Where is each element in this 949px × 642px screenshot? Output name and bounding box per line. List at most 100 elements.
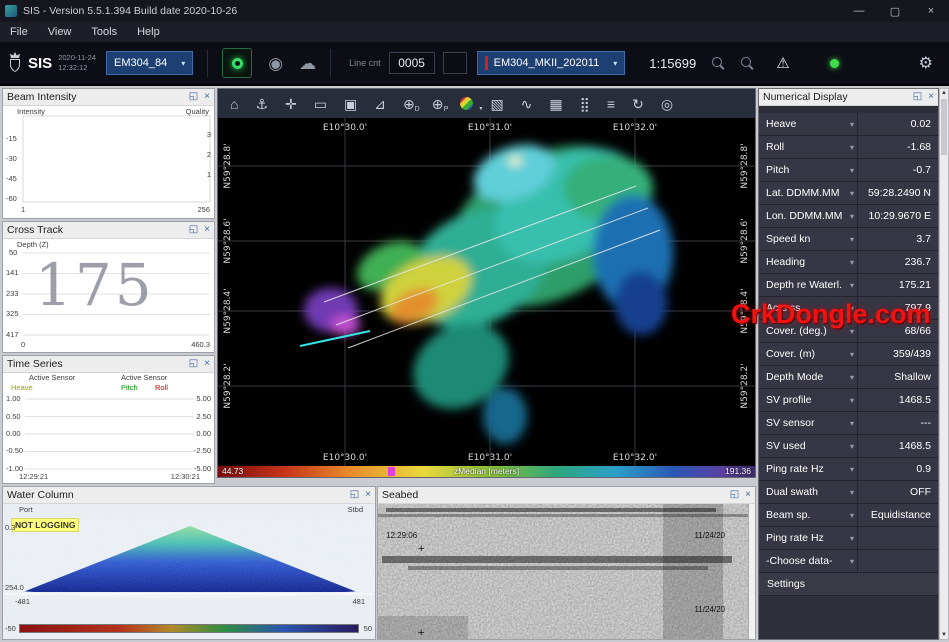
zoom-out-icon[interactable] <box>741 57 754 70</box>
menu-view[interactable]: View <box>38 26 82 38</box>
numeric-value: 10:29.9670 E <box>858 205 938 227</box>
vertical-scrollbar[interactable]: ▲ ▼ <box>939 88 949 640</box>
close-icon[interactable]: × <box>928 92 934 102</box>
detach-icon[interactable]: ◱ <box>730 490 739 500</box>
menu-help[interactable]: Help <box>127 26 170 38</box>
numeric-field-selector[interactable]: Heading▾ <box>759 251 858 273</box>
pan-icon[interactable]: ✛ <box>285 97 297 111</box>
anchor-d-icon[interactable]: ⊕D <box>403 97 415 111</box>
screenshot-icon[interactable]: ▣ <box>344 97 357 111</box>
color-setup-icon[interactable] <box>460 97 473 110</box>
detach-icon[interactable]: ◱ <box>189 225 198 235</box>
close-icon[interactable]: × <box>204 359 210 369</box>
seabed-scroll-strip[interactable] <box>748 504 755 639</box>
numeric-field-selector[interactable]: SV sensor▾ <box>759 412 858 434</box>
numeric-value: 236.7 <box>858 251 938 273</box>
scroll-down-icon[interactable]: ▼ <box>940 632 948 638</box>
settings-gear-icon[interactable]: ⚙ <box>919 53 933 73</box>
tick-label: -481 <box>15 598 30 606</box>
minimize-button[interactable]: — <box>841 0 877 22</box>
center-on-vessel-icon[interactable]: ⌂ <box>230 97 238 111</box>
close-icon[interactable]: × <box>365 490 371 500</box>
close-icon[interactable]: × <box>204 92 210 102</box>
record-icon[interactable]: ◉ <box>268 55 283 72</box>
close-icon[interactable]: × <box>204 225 210 235</box>
maximize-button[interactable]: ▢ <box>877 0 913 22</box>
contours-icon[interactable]: ≡ <box>607 97 615 111</box>
detach-icon[interactable]: ◱ <box>913 92 922 102</box>
numeric-field-selector[interactable]: Lon. DDMM.MM▾ <box>759 205 858 227</box>
crack-watermark: CrkDongle.com <box>731 299 931 330</box>
map-view[interactable]: E10°30.0' E10°31.0' E10°32.0' E10°30.0' … <box>218 118 755 466</box>
numeric-field-selector[interactable]: Ping rate Hz▾ <box>759 458 858 480</box>
numeric-row: Depth Mode▾Shallow <box>759 366 938 389</box>
menu-file[interactable]: File <box>0 26 38 38</box>
alert-triangle-icon[interactable]: ⚠ <box>776 54 789 72</box>
date-label: 11/24/20 <box>694 606 725 614</box>
sounder-select[interactable]: EM304_84▾ <box>106 51 193 75</box>
numeric-field-selector[interactable]: Beam sp.▾ <box>759 504 858 526</box>
toolbar-separator <box>207 49 208 77</box>
chevron-down-icon: ▾ <box>850 258 854 267</box>
rotate-3d-icon[interactable]: ▧ <box>490 97 503 111</box>
menu-bar: FileViewToolsHelp <box>0 22 949 42</box>
panel-header: Cross Track ◱ × <box>3 222 214 239</box>
detach-icon[interactable]: ◱ <box>189 92 198 102</box>
zoom-area-icon[interactable]: ▭ <box>314 97 327 111</box>
anchor-p-icon[interactable]: ⊕P <box>432 97 444 111</box>
grid-cells-icon[interactable]: ▦ <box>549 97 562 111</box>
numeric-field-selector[interactable]: SV used▾ <box>759 435 858 457</box>
numeric-field-selector[interactable]: Ping rate Hz▾ <box>759 527 858 549</box>
chevron-down-icon: ▾ <box>850 350 854 359</box>
numeric-value <box>858 550 938 572</box>
ping-active-icon <box>232 58 243 69</box>
vessel-icon[interactable]: ⚓ <box>255 97 268 111</box>
pinging-button[interactable] <box>222 48 252 78</box>
numeric-field-selector[interactable]: SV profile▾ <box>759 389 858 411</box>
tick-label: 3 <box>207 131 211 139</box>
survey-select[interactable]: EM304_MKII_202011▾ <box>477 51 626 75</box>
tick-label: 141 <box>6 269 19 277</box>
menu-tools[interactable]: Tools <box>81 26 127 38</box>
numeric-field-selector[interactable]: -Choose data-▾ <box>759 550 858 572</box>
numeric-field-selector[interactable]: Speed kn▾ <box>759 228 858 250</box>
numeric-field-selector[interactable]: Dual swath▾ <box>759 481 858 503</box>
numeric-field-selector[interactable]: Heave▾ <box>759 113 858 135</box>
numeric-field-selector[interactable]: Lat. DDMM.MM▾ <box>759 182 858 204</box>
axis-label: Intensity <box>17 108 45 116</box>
settings-button[interactable]: Settings <box>759 573 938 596</box>
refresh-icon[interactable]: ↻ <box>632 97 644 111</box>
numeric-row: Depth re Waterl.▾175.21 <box>759 274 938 297</box>
numeric-field-selector[interactable]: Roll▾ <box>759 136 858 158</box>
tick-label: 256 <box>197 206 210 214</box>
date-label: 11/24/20 <box>694 532 725 540</box>
numeric-field-selector[interactable]: Pitch▾ <box>759 159 858 181</box>
numeric-field-selector[interactable]: Cover. (m)▾ <box>759 343 858 365</box>
numeric-field-selector[interactable]: Depth re Waterl.▾ <box>759 274 858 296</box>
toolbar-datetime: 2020-11-24 12:32:12 <box>58 53 96 73</box>
numeric-field-selector[interactable]: Depth Mode▾ <box>759 366 858 388</box>
geographical-view-panel: ⌂ ⚓ ✛ ▭ ▣ ⊿ ⊕D ⊕P ▧ ∿ ▦ ⣿ ≡ ↻ ◎ <box>217 88 756 478</box>
measure-icon[interactable]: ⊿ <box>374 97 386 111</box>
close-button[interactable]: × <box>913 0 949 22</box>
sensor-header: Active Sensor <box>121 374 167 382</box>
water-column-colorbar <box>19 624 359 633</box>
soundings-icon[interactable]: ⣿ <box>580 97 590 111</box>
upload-cloud-icon[interactable]: ☁ <box>299 55 316 72</box>
close-icon[interactable]: × <box>745 490 751 500</box>
scroll-up-icon[interactable]: ▲ <box>940 90 948 96</box>
scrollbar-thumb[interactable] <box>941 99 947 155</box>
marker-icon[interactable]: ◎ <box>661 97 673 111</box>
profile-icon[interactable]: ∿ <box>521 97 533 111</box>
panel-title: Seabed <box>382 489 418 501</box>
sis-application-window: SIS - Version 5.5.1.394 Build date 2020-… <box>0 0 949 642</box>
tick-label: 0 <box>21 341 25 349</box>
chevron-down-icon: ▾ <box>850 212 854 221</box>
detach-icon[interactable]: ◱ <box>350 490 359 500</box>
numeric-value: -1.68 <box>858 136 938 158</box>
zoom-in-icon[interactable] <box>712 57 725 70</box>
window-title: SIS - Version 5.5.1.394 Build date 2020-… <box>23 5 237 17</box>
detach-icon[interactable]: ◱ <box>189 359 198 369</box>
colorbar-title: zMedian [meters] <box>454 467 519 476</box>
tick-label: -50 <box>5 625 16 633</box>
